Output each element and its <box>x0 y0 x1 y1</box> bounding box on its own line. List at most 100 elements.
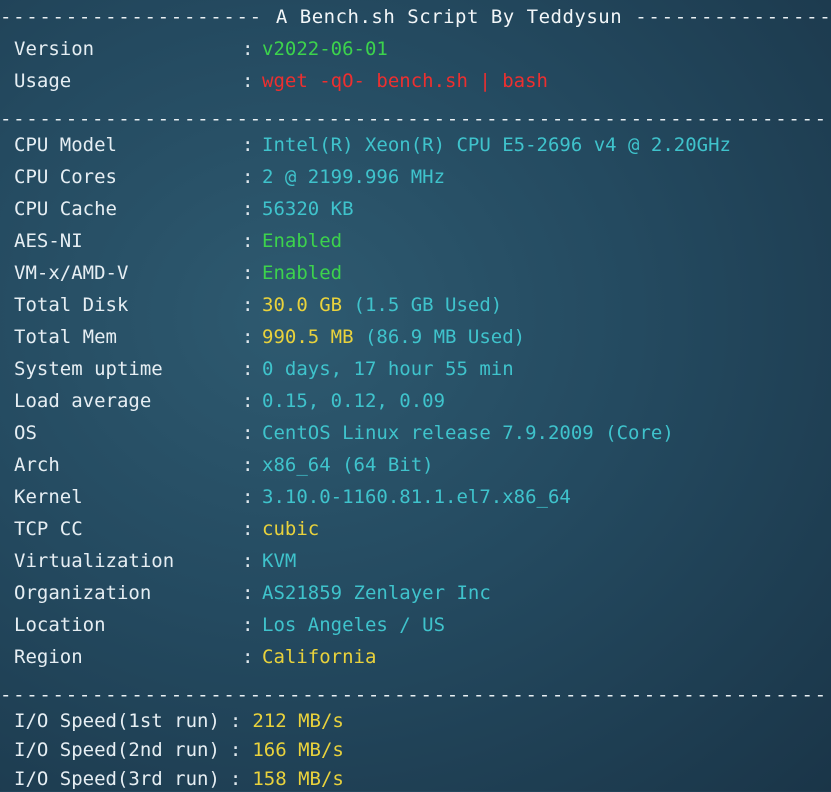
system-row-label: Region <box>14 646 83 668</box>
usage-value: wget -qO- bench.sh | bash <box>262 70 548 92</box>
system-row-value-part: 30.0 GB <box>262 294 343 316</box>
system-row-value-part: Enabled <box>262 262 343 284</box>
system-row-value-part: Los Angeles / US <box>262 614 446 636</box>
system-row-value: 30.0 GB (1.5 GB Used) <box>262 292 502 318</box>
system-row-value-part: cubic <box>262 518 320 540</box>
colon: : <box>242 262 254 284</box>
system-row: Total Disk:30.0 GB (1.5 GB Used) <box>14 292 502 318</box>
system-row: Location: Los Angeles / US <box>14 612 445 638</box>
colon: : <box>242 614 254 636</box>
colon: : <box>242 518 254 540</box>
colon: : <box>242 486 254 508</box>
colon: : <box>242 326 254 348</box>
separator-2: ----------------------------------------… <box>0 684 831 706</box>
system-row-value: KVM <box>262 548 296 574</box>
header-dashes-left: -------------------- <box>0 6 263 28</box>
system-row-value-part: (1.5 GB Used) <box>342 294 503 316</box>
system-row-value: 56320 KB <box>262 196 354 222</box>
system-row-value: cubic <box>262 516 319 542</box>
terminal-output: -------------------- A Bench.sh Script B… <box>0 0 831 791</box>
system-row: AES-NI: Enabled <box>14 228 342 254</box>
system-row-value: x86_64 (64 Bit) <box>262 452 434 478</box>
system-row-label: CPU Cores <box>14 166 117 188</box>
io-speed-value: 158 MB/s <box>252 768 344 790</box>
system-row-value-part: KVM <box>262 550 297 572</box>
system-row-value: 990.5 MB (86.9 MB Used) <box>262 324 525 350</box>
colon: : <box>229 768 242 790</box>
system-row-label: Total Mem <box>14 326 117 348</box>
system-row-value: CentOS Linux release 7.9.2009 (Core) <box>262 420 674 446</box>
usage-row: Usage: wget -qO- bench.sh | bash <box>14 68 548 94</box>
version-label: Version <box>14 38 95 60</box>
system-row-value: 0 days, 17 hour 55 min <box>262 356 514 382</box>
system-row-label: Virtualization <box>14 550 175 572</box>
system-row: System uptime:0 days, 17 hour 55 min <box>14 356 514 382</box>
io-speed-row: I/O Speed(1st run):212 MB/s <box>14 708 344 734</box>
system-row-label: Location <box>14 614 106 636</box>
system-row-label: CPU Model <box>14 134 117 156</box>
system-row-value-part: 0 days, 17 hour 55 min <box>262 358 514 380</box>
system-row-label: Total Disk <box>14 294 129 316</box>
version-row: Version: v2022-06-01 <box>14 36 388 62</box>
header-title: A Bench.sh Script By Teddysun <box>275 6 623 28</box>
system-row-label: System uptime <box>14 358 163 380</box>
system-row-value-part: Enabled <box>262 230 343 252</box>
system-row: CPU Cache:56320 KB <box>14 196 354 222</box>
system-row: OS: CentOS Linux release 7.9.2009 (Core) <box>14 420 674 446</box>
colon: : <box>242 70 254 92</box>
system-row-value-part: 990.5 MB <box>262 326 354 348</box>
system-row: VM-x/AMD-V: Enabled <box>14 260 342 286</box>
colon: : <box>242 230 254 252</box>
colon: : <box>242 390 254 412</box>
system-row: CPU Cores:2 @ 2199.996 MHz <box>14 164 445 190</box>
system-row-value-part: 0.15, 0.12, 0.09 <box>262 390 446 412</box>
system-row: Organization: AS21859 Zenlayer Inc <box>14 580 491 606</box>
io-speed-row: I/O Speed(2nd run):166 MB/s <box>14 737 344 763</box>
system-row-value: 0.15, 0.12, 0.09 <box>262 388 445 414</box>
system-row: Region: California <box>14 644 376 670</box>
io-speed-value: 166 MB/s <box>252 739 344 761</box>
system-row-value-part: (86.9 MB Used) <box>353 326 526 348</box>
system-row-value-part: CentOS Linux release 7.9.2009 (Core) <box>262 422 674 444</box>
system-row: Total Mem:990.5 MB (86.9 MB Used) <box>14 324 525 350</box>
system-row-label: Organization <box>14 582 152 604</box>
header-dashes-right: -------------------- <box>635 6 831 28</box>
system-row: Arch: x86_64 (64 Bit) <box>14 452 434 478</box>
system-row-value: AS21859 Zenlayer Inc <box>262 580 491 606</box>
version-value: v2022-06-01 <box>262 38 388 60</box>
system-row-label: CPU Cache <box>14 198 117 220</box>
system-row: TCP CC: cubic <box>14 516 319 542</box>
io-speed-row: I/O Speed(3rd run):158 MB/s <box>14 766 344 792</box>
colon: : <box>242 454 254 476</box>
system-row-value: Intel(R) Xeon(R) CPU E5-2696 v4 @ 2.20GH… <box>262 132 731 158</box>
colon: : <box>229 739 242 761</box>
io-speed-label: I/O Speed(3rd run) <box>14 768 220 790</box>
system-row-value: 2 @ 2199.996 MHz <box>262 164 445 190</box>
system-row-value-part: AS21859 Zenlayer Inc <box>262 582 491 604</box>
system-row-value: California <box>262 644 376 670</box>
system-row-value-part: x86_64 (64 Bit) <box>262 454 434 476</box>
colon: : <box>242 134 254 156</box>
system-row-label: Arch <box>14 454 60 476</box>
colon: : <box>242 198 254 220</box>
system-row-label: VM-x/AMD-V <box>14 262 129 284</box>
system-row-value: 3.10.0-1160.81.1.el7.x86_64 <box>262 484 571 510</box>
system-row-value-part: Intel(R) Xeon(R) CPU E5-2696 v4 @ 2.20GH… <box>262 134 731 156</box>
io-speed-label: I/O Speed(1st run) <box>14 710 220 732</box>
separator-1: ----------------------------------------… <box>0 108 831 130</box>
colon: : <box>242 166 254 188</box>
system-row-label: TCP CC <box>14 518 83 540</box>
system-row-value: Los Angeles / US <box>262 612 445 638</box>
system-row-label: Load average <box>14 390 152 412</box>
system-row-value-part: 56320 KB <box>262 198 354 220</box>
io-speed-value: 212 MB/s <box>252 710 344 732</box>
usage-label: Usage <box>14 70 72 92</box>
io-speed-label: I/O Speed(2nd run) <box>14 739 220 761</box>
colon: : <box>242 550 254 572</box>
system-row-value-part: California <box>262 646 377 668</box>
system-row-value-part: 2 @ 2199.996 MHz <box>262 166 446 188</box>
colon: : <box>242 358 254 380</box>
system-row: CPU Model: Intel(R) Xeon(R) CPU E5-2696 v… <box>14 132 731 158</box>
header-separator: -------------------- A Bench.sh Script B… <box>0 6 831 28</box>
system-row-value-part: 3.10.0-1160.81.1.el7.x86_64 <box>262 486 571 508</box>
